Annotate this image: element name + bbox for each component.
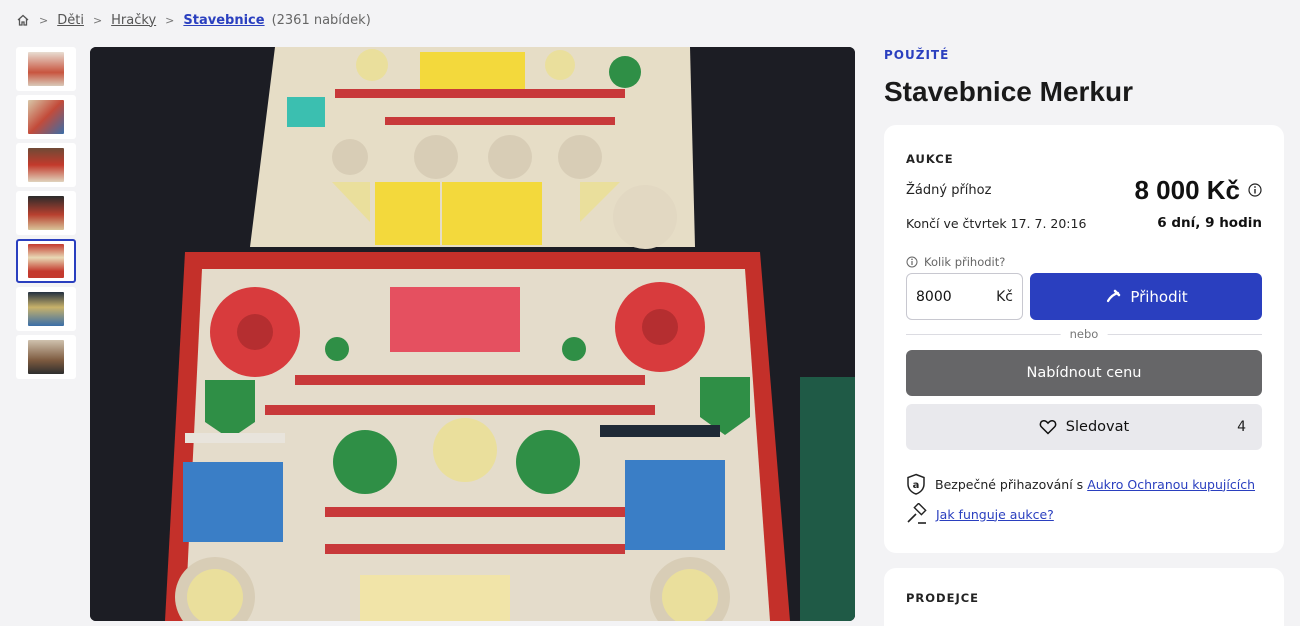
chevron-right-icon: > (39, 13, 49, 27)
thumbnail[interactable] (16, 95, 76, 139)
thumbnail[interactable] (16, 287, 76, 331)
info-icon[interactable] (1248, 183, 1262, 197)
make-offer-button[interactable]: Nabídnout cenu (906, 350, 1262, 396)
bid-button-label: Přihodit (1130, 287, 1188, 306)
how-auction-works-link[interactable]: Jak funguje aukce? (936, 507, 1054, 522)
thumbnail-list (16, 47, 76, 383)
price-row: Žádný příhoz 8 000 Kč (906, 173, 1262, 207)
end-row: Končí ve čtvrtek 17. 7. 20:16 6 dní, 9 h… (906, 213, 1262, 233)
bid-question-text: Kolik přihodit? (924, 255, 1006, 269)
heart-icon (1039, 420, 1057, 435)
time-remaining: 6 dní, 9 hodin (1157, 215, 1262, 231)
seller-label: PRODEJCE (906, 591, 980, 605)
thumbnail[interactable] (16, 335, 76, 379)
breadcrumb-item-hracky[interactable]: Hračky (111, 13, 156, 28)
thumbnail[interactable] (16, 191, 76, 235)
breadcrumb-item-deti[interactable]: Děti (57, 13, 84, 28)
page-title: Stavebnice Merkur (884, 76, 1133, 107)
buyer-protection-row: a Bezpečné přihazování s Aukro Ochranou … (906, 473, 1255, 495)
breadcrumb: > Děti > Hračky > Stavebnice (2361 nabíd… (16, 11, 371, 29)
no-bid-text: Žádný příhoz (906, 182, 992, 198)
auction-label: AUKCE (906, 152, 954, 166)
watch-count: 4 (1237, 419, 1246, 435)
condition-label: POUŽITÉ (884, 48, 950, 62)
end-time: Končí ve čtvrtek 17. 7. 20:16 (906, 215, 1087, 231)
or-text: nebo (1060, 327, 1108, 341)
svg-text:a: a (913, 480, 920, 491)
shield-icon: a (907, 473, 925, 495)
breadcrumb-count: (2361 nabídek) (271, 12, 371, 28)
thumbnail[interactable] (16, 143, 76, 187)
bid-button[interactable]: Přihodit (1030, 273, 1262, 320)
how-auction-works-row: Jak funguje aukce? (906, 503, 1054, 525)
buyer-protection-link[interactable]: Aukro Ochranou kupujících (1087, 477, 1255, 492)
watch-button[interactable]: Sledovat 4 (906, 404, 1262, 450)
watch-button-label: Sledovat (1065, 419, 1130, 435)
gavel-icon (1107, 289, 1121, 302)
gavel-icon (907, 503, 927, 524)
auction-card: AUKCE Žádný příhoz 8 000 Kč Končí ve čtv… (884, 125, 1284, 553)
thumbnail-active[interactable] (16, 239, 76, 283)
price-wrapper: 8 000 Kč (1134, 175, 1262, 206)
main-product-photo[interactable] (90, 47, 855, 621)
chevron-right-icon: > (92, 13, 103, 27)
breadcrumb-current[interactable]: Stavebnice (183, 13, 264, 28)
info-icon (906, 256, 918, 268)
safe-bidding-text: Bezpečné přihazování s (935, 476, 1084, 492)
home-icon[interactable] (16, 13, 30, 27)
bid-amount-field[interactable]: Kč (906, 273, 1023, 320)
bid-question: Kolik přihodit? (906, 255, 1005, 269)
currency-label: Kč (996, 288, 1013, 305)
current-price: 8 000 Kč (1134, 174, 1240, 205)
bid-amount-input[interactable] (916, 288, 976, 305)
seller-card: PRODEJCE (884, 568, 1284, 626)
thumbnail[interactable] (16, 47, 76, 91)
chevron-right-icon: > (165, 13, 175, 27)
